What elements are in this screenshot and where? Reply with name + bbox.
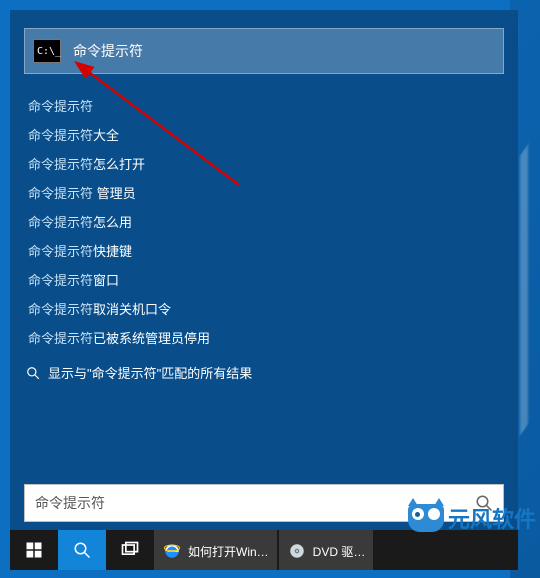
suggestion-prefix: 命令提示符 [28,128,93,143]
start-button[interactable] [10,530,58,570]
taskbar-app-button[interactable]: 如何打开Win… [154,530,277,570]
cmd-icon: C:\_ [33,39,61,63]
search-suggestion-item[interactable]: 命令提示符已被系统管理员停用 [28,324,504,353]
task-view-button[interactable] [106,530,154,570]
suggestion-prefix: 命令提示符 [28,244,93,259]
search-suggestion-item[interactable]: 命令提示符窗口 [28,266,504,295]
screen: C:\_ 命令提示符 命令提示符命令提示符大全命令提示符怎么打开命令提示符 管理… [0,0,540,578]
search-icon [73,541,91,559]
taskbar-app-button[interactable]: DVD 驱… [279,530,374,570]
suggestion-suffix: 窗口 [93,273,119,288]
suggestion-prefix: 命令提示符 [28,302,93,317]
show-all-results[interactable]: 显示与"命令提示符"匹配的所有结果 [26,363,518,382]
search-suggestion-item[interactable]: 命令提示符取消关机口令 [28,295,504,324]
search-icon [475,494,493,512]
search-input[interactable] [25,485,465,521]
search-suggestion-item[interactable]: 命令提示符快捷键 [28,237,504,266]
search-box[interactable] [24,484,504,522]
search-icon [26,366,40,380]
show-all-text: 显示与"命令提示符"匹配的所有结果 [48,363,252,382]
suggestion-prefix: 命令提示符 [28,157,93,172]
search-suggestion-item[interactable]: 命令提示符怎么用 [28,208,504,237]
search-results-panel: C:\_ 命令提示符 命令提示符命令提示符大全命令提示符怎么打开命令提示符 管理… [10,10,518,570]
suggestion-prefix: 命令提示符 [28,99,93,114]
search-suggestion-item[interactable]: 命令提示符大全 [28,121,504,150]
suggestion-prefix: 命令提示符 [28,186,93,201]
suggestion-prefix: 命令提示符 [28,331,93,346]
top-result-item[interactable]: C:\_ 命令提示符 [24,28,504,74]
windows-logo-icon [25,541,43,559]
taskbar-app-label: DVD 驱… [313,543,366,560]
search-suggestions-list: 命令提示符命令提示符大全命令提示符怎么打开命令提示符 管理员命令提示符怎么用命令… [28,92,504,353]
task-view-icon [120,540,140,560]
search-suggestion-item[interactable]: 命令提示符 [28,92,504,121]
suggestion-suffix: 管理员 [93,186,136,201]
ie-icon [162,541,182,561]
taskbar-app-label: 如何打开Win… [188,543,269,560]
suggestion-suffix: 大全 [93,128,119,143]
suggestion-suffix: 取消关机口令 [93,302,171,317]
suggestion-prefix: 命令提示符 [28,273,93,288]
top-result-label: 命令提示符 [73,41,143,61]
taskbar-search-button[interactable] [58,530,106,570]
suggestion-suffix: 怎么用 [93,215,132,230]
disc-icon [287,541,307,561]
desktop-stripe [520,144,528,435]
search-submit-button[interactable] [465,485,503,521]
suggestion-suffix: 怎么打开 [93,157,145,172]
search-suggestion-item[interactable]: 命令提示符怎么打开 [28,150,504,179]
taskbar: 如何打开Win… DVD 驱… [10,530,518,570]
suggestion-suffix: 快捷键 [93,244,132,259]
suggestion-suffix: 已被系统管理员停用 [93,331,210,346]
search-suggestion-item[interactable]: 命令提示符 管理员 [28,179,504,208]
suggestion-prefix: 命令提示符 [28,215,93,230]
